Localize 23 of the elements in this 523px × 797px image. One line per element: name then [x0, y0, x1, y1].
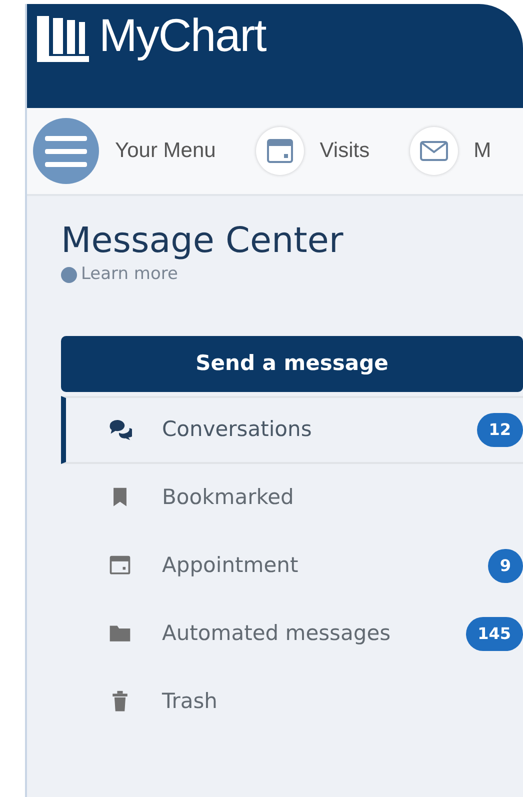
toolbar-label[interactable]: Visits — [320, 135, 370, 167]
logo-text: MyChart — [99, 12, 266, 58]
visits-button[interactable] — [256, 127, 304, 175]
toolbar-label[interactable]: M — [474, 135, 492, 167]
messages-button[interactable] — [410, 127, 458, 175]
folder-item[interactable]: Automated messages 145 — [61, 600, 523, 668]
learn-more-link[interactable]: Learn more — [81, 262, 178, 288]
toolbar-label[interactable]: Your Menu — [115, 135, 216, 167]
folder-item[interactable]: Conversations 12 — [61, 396, 523, 464]
unread-count: 12 — [476, 412, 523, 446]
page-title: Message Center — [61, 220, 344, 262]
calendar-icon — [266, 139, 293, 163]
unread-count: 145 — [466, 616, 523, 650]
envelope-icon — [420, 141, 448, 161]
speech-bubbles-icon — [108, 418, 132, 442]
help-icon — [61, 266, 77, 283]
folder-item[interactable]: Appointment 9 — [61, 532, 523, 600]
menu-icon — [45, 134, 87, 168]
send-message-button[interactable]: Send a message — [61, 336, 523, 392]
folder-item[interactable]: Bookmarked — [61, 464, 523, 532]
unread-count: 9 — [488, 548, 523, 582]
folder-item[interactable]: Trash — [61, 668, 523, 736]
calendar-icon — [108, 554, 132, 578]
